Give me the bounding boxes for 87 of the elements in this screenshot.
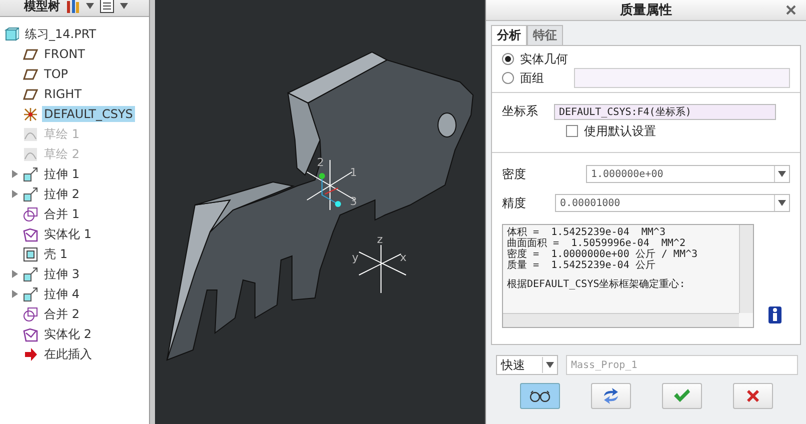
result-line: 质量 = 1.5425239e-04 公斤 [507, 260, 656, 271]
tree-item[interactable]: 拉伸 4 [42, 284, 82, 304]
tools-icon[interactable] [66, 0, 80, 13]
plane-feature-icon [23, 46, 38, 62]
checkbox[interactable] [566, 125, 578, 137]
tree-item[interactable]: FRONT [42, 46, 87, 62]
radio-label: 实体几何 [520, 50, 568, 68]
radio-button[interactable] [502, 72, 514, 84]
cancel-button[interactable] [732, 383, 772, 409]
tree-item[interactable]: 合并 1 [42, 204, 82, 224]
coordinate-system-drawing [306, 160, 356, 210]
close-icon[interactable] [786, 5, 796, 15]
extrude-feature-icon [23, 266, 38, 282]
radio-label: 面组 [520, 70, 544, 86]
plane-feature-icon [23, 86, 38, 102]
part-feature-icon [4, 26, 19, 42]
dropdown-arrow-icon[interactable] [120, 3, 128, 9]
results-text-area[interactable]: 体积 = 1.5425239e-04 MM^3 曲面面积 = 1.5059996e-04 MM^2 密度 = 1.0000000e+00 公斤 / MM^3 质量 = 1.5425239e-04 公斤 根据DEFAULT_CSYS坐标框架确定重心: [502, 224, 754, 328]
expand-arrow-icon[interactable] [10, 169, 20, 179]
sketch-feature-icon [23, 146, 38, 162]
axis-label: 1 [350, 166, 357, 179]
world-axes-drawing [358, 244, 406, 294]
dialog-title: 质量属性 [620, 2, 672, 19]
repeat-icon [602, 388, 620, 404]
plane-feature-icon [23, 66, 38, 82]
field-label: 精度 [502, 194, 526, 212]
tab[interactable]: 特征 [527, 25, 563, 45]
extrude-feature-icon [23, 286, 38, 302]
precision-dropdown[interactable]: 0.00001000 [555, 194, 790, 212]
vertical-scrollbar[interactable] [739, 225, 753, 313]
merge-feature-icon [23, 206, 38, 222]
expand-arrow-icon[interactable] [10, 289, 20, 299]
axis-label: z [377, 233, 383, 246]
density-dropdown[interactable]: 1.000000e+00 [586, 165, 790, 183]
result-line: 根据DEFAULT_CSYS坐标框架确定重心: [507, 279, 686, 290]
close-icon [744, 388, 760, 404]
csys-feature-icon [23, 106, 38, 122]
tree-item[interactable]: 拉伸 2 [42, 184, 82, 204]
result-line: 曲面面积 = 1.5059996e-04 MM^2 [507, 238, 686, 249]
result-line: 体积 = 1.5425239e-04 MM^3 [507, 227, 666, 238]
tree-item[interactable]: RIGHT [42, 86, 84, 102]
name-field[interactable]: Mass_Prop_1 [566, 355, 798, 375]
list-settings-icon[interactable] [100, 0, 114, 13]
dropdown-arrow-icon[interactable] [86, 3, 94, 9]
tree-item[interactable]: 合并 2 [42, 304, 82, 324]
tree-item[interactable]: 实体化 1 [42, 224, 94, 244]
preview-button[interactable] [520, 383, 560, 409]
tab[interactable]: 分析 [491, 25, 527, 45]
checkbox-label: 使用默认设置 [584, 122, 656, 140]
tree-item[interactable]: 拉伸 3 [42, 264, 82, 284]
axis-label: 3 [350, 195, 357, 208]
insert-feature-icon [23, 346, 38, 362]
tree-item[interactable]: 拉伸 1 [42, 164, 82, 184]
solidify-feature-icon [23, 226, 38, 242]
axis-label: 2 [317, 156, 324, 169]
tree-item[interactable]: TOP [42, 66, 70, 82]
result-line: 密度 = 1.0000000e+00 公斤 / MM^3 [507, 249, 699, 260]
extrude-feature-icon [23, 186, 38, 202]
tree-item[interactable]: DEFAULT_CSYS [42, 106, 135, 122]
surface-field[interactable] [574, 68, 790, 88]
extrude-feature-icon [23, 166, 38, 182]
sketch-feature-icon [23, 126, 38, 142]
horizontal-scrollbar[interactable] [503, 313, 739, 327]
field-label: 坐标系 [502, 103, 538, 120]
solidify-feature-icon [23, 326, 38, 342]
repeat-button[interactable] [590, 383, 630, 409]
dropdown-arrow-icon[interactable] [546, 362, 554, 368]
checkmark-icon [672, 389, 690, 403]
ok-button[interactable] [662, 383, 702, 409]
tree-item[interactable]: 实体化 2 [42, 324, 94, 344]
tree-item[interactable]: 在此插入 [42, 344, 94, 364]
glasses-icon [528, 390, 550, 402]
shell-feature-icon [23, 246, 38, 262]
field-label: 密度 [502, 166, 526, 182]
mode-dropdown[interactable]: 快速 [496, 355, 558, 375]
info-icon[interactable] [768, 306, 782, 324]
expand-arrow-icon[interactable] [10, 269, 20, 279]
tree-item[interactable]: 练习_14.PRT [23, 24, 98, 44]
axis-label: x [400, 251, 407, 264]
tree-item[interactable]: 壳 1 [42, 244, 70, 264]
expand-arrow-icon[interactable] [10, 189, 20, 199]
dropdown-arrow-icon[interactable] [778, 200, 786, 206]
radio-button[interactable] [502, 53, 514, 65]
dropdown-arrow-icon[interactable] [778, 171, 786, 177]
merge-feature-icon [23, 306, 38, 322]
axis-label: y [352, 251, 359, 264]
csys-field[interactable]: DEFAULT_CSYS:F4(坐标系) [554, 104, 776, 120]
